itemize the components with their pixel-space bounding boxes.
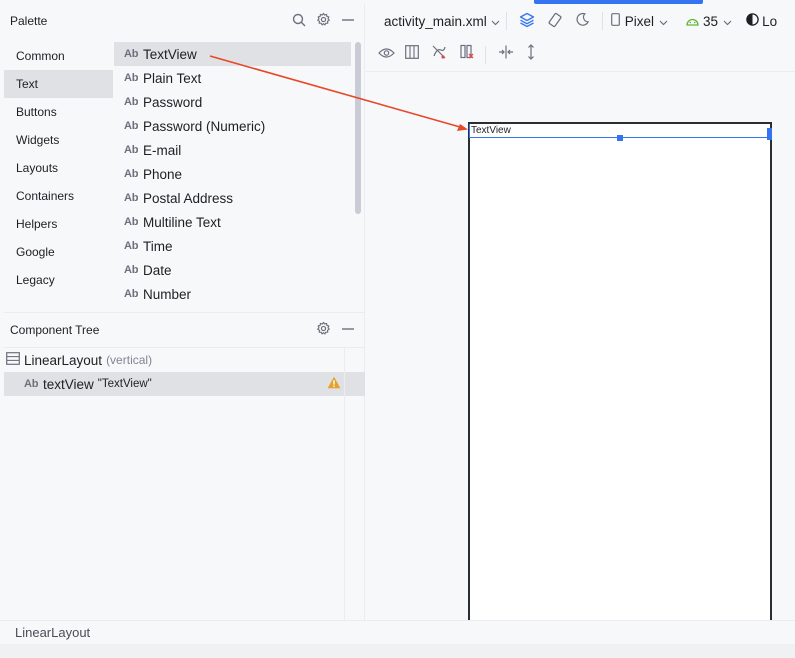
- drag-arrow: [209, 55, 468, 131]
- status-bar: LinearLayout: [0, 620, 795, 644]
- window-bottom-edge: [0, 644, 795, 658]
- ide-window: Palette Common Text Buttons Widgets Layo…: [0, 0, 795, 658]
- breadcrumb[interactable]: LinearLayout: [15, 625, 90, 640]
